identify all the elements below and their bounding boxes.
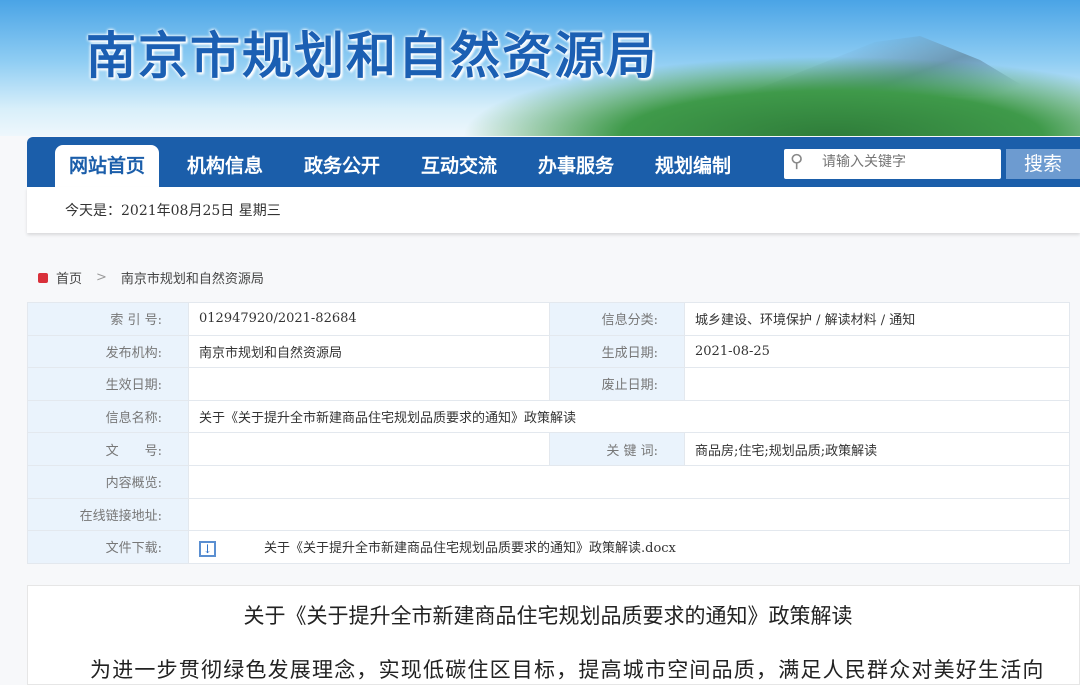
effective-label: 生效日期: [27, 367, 189, 401]
keywords-value: 商品房;住宅;规划品质;政策解读 [684, 432, 1070, 466]
keywords-label: 关 键 词: [549, 432, 685, 466]
summary-label: 内容概览: [27, 464, 189, 499]
created-label: 生成日期: [549, 334, 685, 369]
publisher-label: 发布机构: [27, 334, 189, 369]
table-row: 生效日期: 废止日期: [27, 367, 1070, 401]
download-cell: ↓ 关于《关于提升全市新建商品住宅规划品质要求的通知》政策解读.docx [188, 530, 1070, 564]
table-row: 发布机构: 南京市规划和自然资源局 生成日期: 2021-08-25 [27, 334, 1070, 369]
table-row: 文件下载: ↓ 关于《关于提升全市新建商品住宅规划品质要求的通知》政策解读.doc… [27, 530, 1070, 564]
table-row: 文 号: 关 键 词: 商品房;住宅;规划品质;政策解读 [27, 432, 1070, 466]
nav-services[interactable]: 办事服务 [538, 137, 614, 187]
index-value: 012947920/2021-82684 [188, 302, 550, 336]
breadcrumb-separator: > [96, 270, 107, 285]
download-label: 文件下载: [27, 530, 189, 564]
docno-label: 文 号: [27, 432, 189, 466]
link-value [188, 497, 1070, 532]
table-row: 内容概览: [27, 464, 1070, 499]
info-table: 索 引 号: 012947920/2021-82684 信息分类: 城乡建设、环… [27, 302, 1070, 564]
search-icon: ⚲ [790, 151, 804, 172]
category-value: 城乡建设、环境保护 / 解读材料 / 通知 [684, 302, 1070, 336]
effective-value [188, 367, 550, 401]
today-date: 今天是：2021年08月25日 星期三 [65, 203, 281, 219]
site-title: 南京市规划和自然资源局 [86, 26, 658, 85]
search-box: ⚲ [784, 149, 1001, 179]
breadcrumb-home[interactable]: 首页 [56, 268, 82, 287]
nav-home[interactable]: 网站首页 [55, 145, 160, 187]
search-input[interactable] [822, 154, 992, 170]
category-label: 信息分类: [549, 302, 685, 336]
article-title: 关于《关于提升全市新建商品住宅规划品质要求的通知》政策解读 [243, 604, 853, 628]
nav-gov-affairs[interactable]: 政务公开 [304, 137, 380, 187]
nav-interaction[interactable]: 互动交流 [421, 137, 497, 187]
article-paragraph: 为进一步贯彻绿色发展理念，实现低碳住区目标，提高城市空间品质，满足人民群众对美好… [90, 658, 1045, 682]
index-label: 索 引 号: [27, 302, 189, 336]
summary-value [188, 464, 1070, 499]
breadcrumb-current[interactable]: 南京市规划和自然资源局 [121, 268, 264, 287]
table-row: 信息名称: 关于《关于提升全市新建商品住宅规划品质要求的通知》政策解读 [27, 399, 1070, 434]
docno-value [188, 432, 550, 466]
search-button[interactable]: 搜索 [1006, 149, 1080, 179]
nav-planning[interactable]: 规划编制 [655, 137, 731, 187]
abolish-label: 废止日期: [549, 367, 685, 401]
created-value: 2021-08-25 [684, 334, 1070, 369]
home-icon [38, 272, 48, 283]
download-file-link[interactable]: 关于《关于提升全市新建商品住宅规划品质要求的通知》政策解读.docx [264, 541, 676, 556]
header-banner: 南京市规划和自然资源局 [0, 0, 1080, 136]
table-row: 索 引 号: 012947920/2021-82684 信息分类: 城乡建设、环… [27, 302, 1070, 336]
publisher-value: 南京市规划和自然资源局 [188, 334, 550, 369]
link-label: 在线链接地址: [27, 497, 189, 532]
abolish-value [684, 367, 1070, 401]
download-icon[interactable]: ↓ [199, 540, 216, 557]
breadcrumb: 首页 > 南京市规划和自然资源局 [38, 268, 264, 287]
date-bar: 今天是：2021年08月25日 星期三 [27, 187, 1080, 233]
name-label: 信息名称: [27, 399, 189, 434]
name-value: 关于《关于提升全市新建商品住宅规划品质要求的通知》政策解读 [188, 399, 1070, 434]
table-row: 在线链接地址: [27, 497, 1070, 532]
article: 关于《关于提升全市新建商品住宅规划品质要求的通知》政策解读 为进一步贯彻绿色发展… [27, 585, 1080, 685]
nav-org-info[interactable]: 机构信息 [187, 137, 263, 187]
